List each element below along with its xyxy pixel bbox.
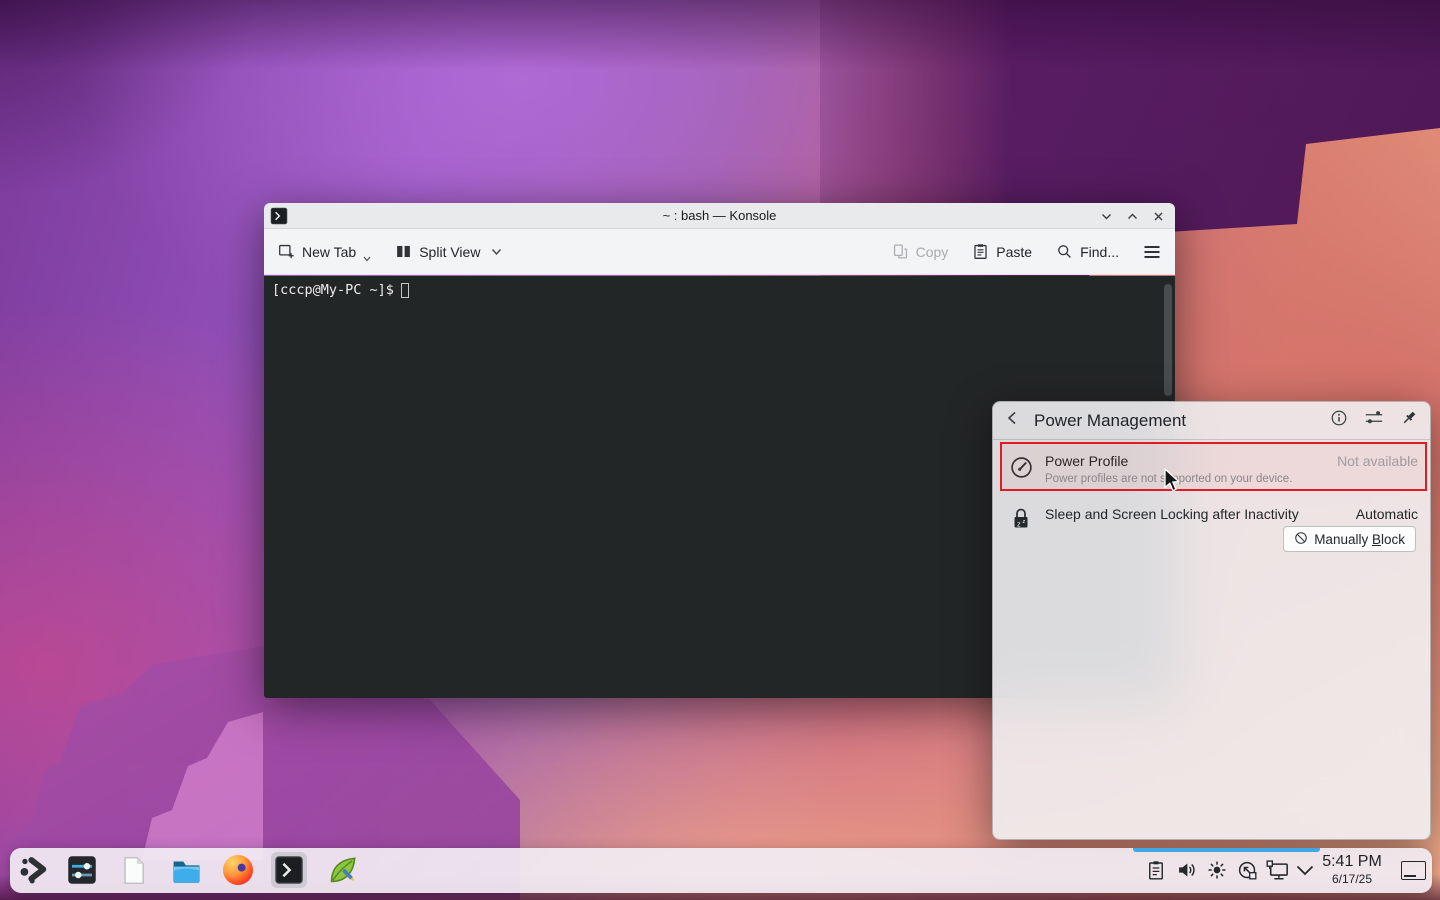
network-globe-icon[interactable] [1237,860,1258,886]
show-desktop-button[interactable] [1401,861,1426,880]
power-profile-label: Power Profile [1045,453,1128,469]
search-icon [1056,243,1073,260]
copy-icon [892,243,909,260]
lock-sleep-icon: zz [1009,505,1033,538]
power-profile-row[interactable]: Power Profile Not available Power profil… [1001,444,1426,491]
manually-block-button[interactable]: Manually Block [1283,526,1416,552]
volume-icon[interactable] [1176,860,1197,885]
mouse-cursor [1163,468,1183,499]
sleep-label: Sleep and Screen Locking after Inactivit… [1045,506,1299,522]
plasma-launcher-icon[interactable] [16,852,52,888]
konsole-icon[interactable] [271,852,307,888]
tray-expand-chevron-icon[interactable] [1295,864,1315,882]
minimize-icon[interactable] [1100,210,1113,223]
find-button[interactable]: Find... [1056,243,1119,260]
dolphin-folder-icon[interactable] [168,852,204,888]
configure-sliders-icon[interactable] [1364,409,1384,432]
new-tab-caret-icon[interactable] [363,256,371,262]
clock-time: 5:41 PM [1320,852,1384,872]
pin-icon[interactable] [1400,409,1418,432]
clipboard-icon[interactable] [1146,860,1166,886]
display-icon[interactable] [1266,860,1290,886]
svg-text:z: z [1017,519,1021,528]
leaf-editor-icon[interactable] [324,852,360,888]
new-tab-button[interactable]: New Tab [278,243,371,260]
copy-button[interactable]: Copy [892,243,949,260]
split-view-icon [395,243,412,260]
brightness-icon[interactable] [1207,860,1227,885]
paste-icon [972,243,989,260]
split-view-caret-icon[interactable] [491,248,502,256]
shell-prompt: [cccp@My-PC ~]$ [272,282,394,298]
terminal-scrollbar[interactable] [1164,284,1172,396]
system-settings-icon[interactable] [64,852,100,888]
split-view-button[interactable]: Split View [395,243,502,260]
tray-active-indicator [1133,848,1320,852]
power-management-popup: Power Management Power Profile Not avail… [992,401,1431,840]
power-profile-value: Not available [1337,453,1418,469]
document-icon[interactable] [115,852,151,888]
firefox-icon[interactable] [220,852,256,888]
info-icon[interactable] [1330,409,1348,432]
window-title: ~ : bash — Konsole [264,208,1175,223]
manually-block-label: Manually Block [1314,532,1405,547]
svg-text:z: z [1023,519,1026,525]
new-tab-icon [278,243,295,260]
maximize-icon[interactable] [1126,210,1139,223]
close-icon[interactable] [1152,210,1165,223]
sleep-value[interactable]: Automatic [1356,506,1418,522]
block-icon [1294,531,1308,548]
popup-title: Power Management [1034,411,1186,431]
paste-button[interactable]: Paste [972,243,1032,260]
clock[interactable]: 5:41 PM 6/17/25 [1320,852,1384,886]
clock-date: 6/17/25 [1320,872,1384,886]
back-icon[interactable] [1005,410,1020,431]
hamburger-menu-icon[interactable] [1143,244,1161,260]
popup-header: Power Management [993,402,1430,440]
speedometer-icon [1009,455,1034,485]
konsole-titlebar[interactable]: ~ : bash — Konsole [264,203,1175,229]
terminal-cursor [401,283,409,298]
konsole-toolbar: New Tab Split View Copy Paste Find... [264,229,1175,275]
